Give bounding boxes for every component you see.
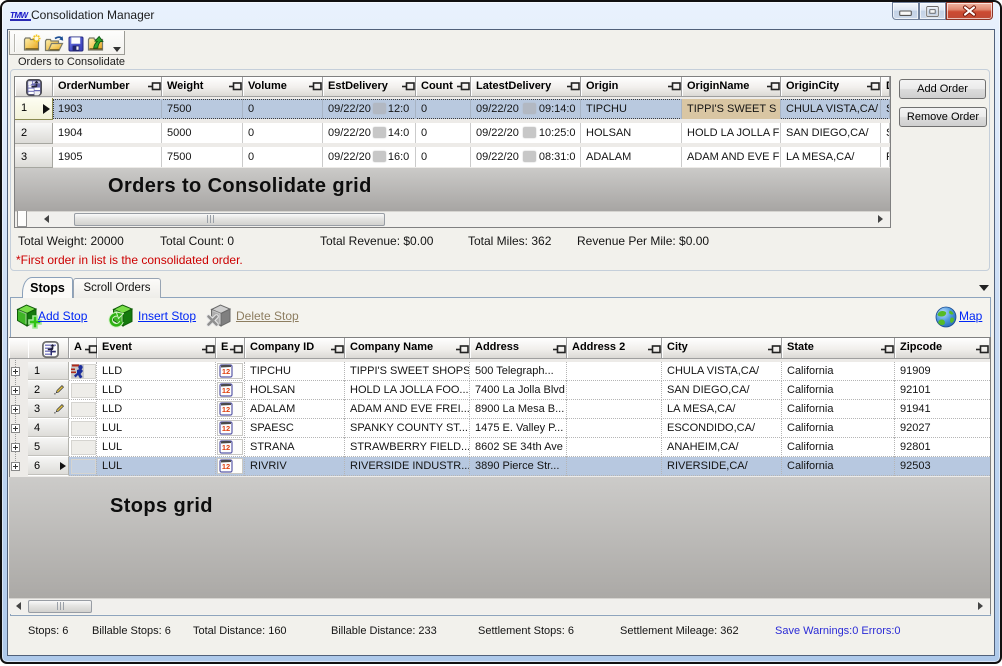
svg-text:12: 12	[222, 367, 230, 376]
svg-text:12: 12	[222, 386, 230, 395]
svg-text:12: 12	[222, 462, 230, 471]
svg-text:12: 12	[222, 443, 230, 452]
svg-text:12: 12	[222, 405, 230, 414]
svg-text:12: 12	[222, 424, 230, 433]
